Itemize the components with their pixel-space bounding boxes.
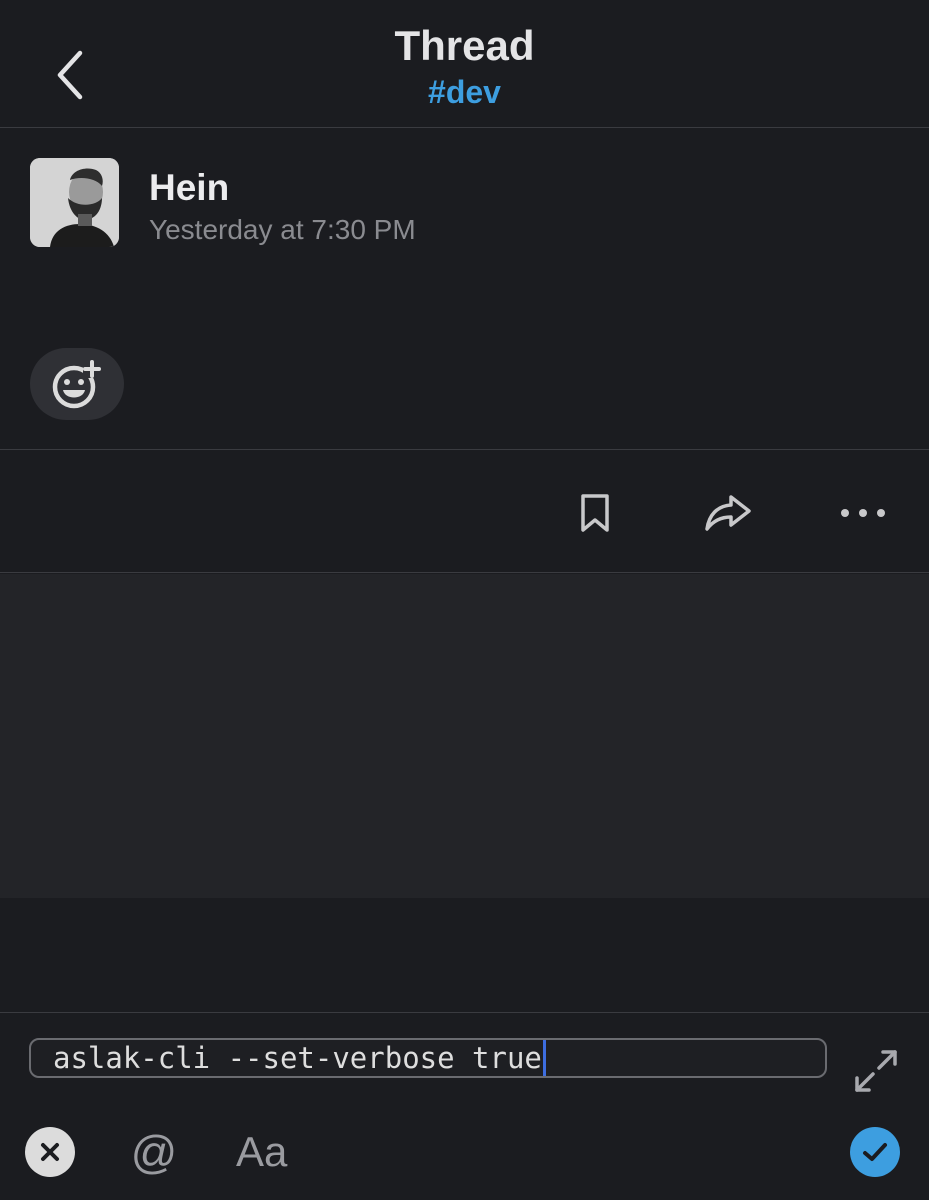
text-format-button[interactable]: Aa	[236, 1124, 287, 1180]
add-reaction-button[interactable]	[30, 348, 124, 420]
bookmark-icon	[581, 494, 609, 532]
thread-message: Hein Yesterday at 7:30 PM	[0, 129, 929, 450]
message-composer: aslak-cli --set-verbose true @ Aa	[0, 1012, 929, 1200]
more-icon	[841, 509, 885, 517]
close-icon	[41, 1143, 59, 1161]
send-button[interactable]	[850, 1127, 900, 1177]
message-input-text[interactable]: aslak-cli --set-verbose true	[53, 1041, 542, 1075]
message-input[interactable]: aslak-cli --set-verbose true	[29, 1038, 827, 1078]
share-button[interactable]	[702, 487, 754, 539]
mention-button[interactable]: @	[128, 1124, 180, 1180]
checkmark-icon	[863, 1143, 887, 1161]
text-caret	[542, 1040, 546, 1076]
message-author[interactable]: Hein	[149, 167, 229, 209]
page-title: Thread	[394, 22, 535, 69]
add-reaction-icon	[52, 360, 101, 409]
cancel-edit-button[interactable]	[25, 1127, 75, 1177]
expand-composer-button[interactable]	[848, 1043, 904, 1099]
avatar[interactable]	[30, 158, 119, 247]
expand-icon	[855, 1050, 897, 1092]
thread-header: Thread #dev	[0, 0, 929, 128]
more-options-button[interactable]	[837, 487, 889, 539]
message-actions	[0, 451, 929, 573]
message-timestamp: Yesterday at 7:30 PM	[149, 214, 416, 245]
replies-area	[0, 574, 929, 898]
avatar-portrait	[30, 158, 119, 247]
bookmark-button[interactable]	[569, 487, 621, 539]
share-icon	[705, 495, 751, 531]
channel-link[interactable]: #dev	[0, 74, 929, 111]
